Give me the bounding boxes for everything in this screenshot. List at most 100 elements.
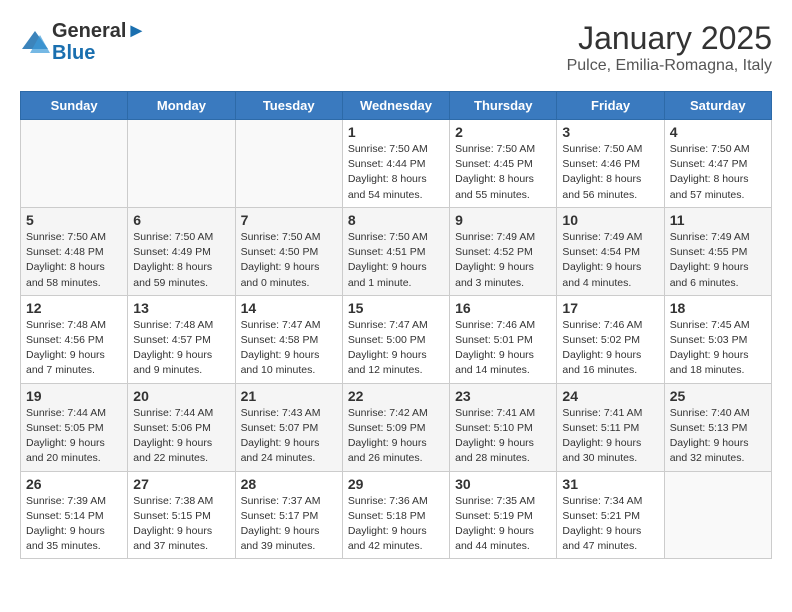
calendar-cell: 27 Sunrise: 7:38 AM Sunset: 5:15 PM Dayli… [128, 471, 235, 559]
day-info: Sunrise: 7:40 AM Sunset: 5:13 PM Dayligh… [670, 406, 766, 467]
calendar-cell [128, 120, 235, 208]
calendar-cell: 10Sunrise: 7:49 AM Sunset: 4:54 PM Dayli… [557, 207, 664, 295]
calendar-cell: 7 Sunrise: 7:50 AM Sunset: 4:50 PM Daylig… [235, 207, 342, 295]
calendar-cell: 30 Sunrise: 7:35 AM Sunset: 5:19 PM Dayli… [450, 471, 557, 559]
day-info: Sunrise: 7:50 AM Sunset: 4:46 PM Dayligh… [562, 142, 658, 203]
day-number: 8 [348, 212, 444, 228]
day-info: Sunrise: 7:38 AM Sunset: 5:15 PM Dayligh… [133, 494, 229, 555]
calendar-cell: 2 Sunrise: 7:50 AM Sunset: 4:45 PM Daylig… [450, 120, 557, 208]
day-info: Sunrise: 7:48 AM Sunset: 4:57 PM Dayligh… [133, 318, 229, 379]
week-row-1: 1Sunrise: 7:50 AM Sunset: 4:44 PM Daylig… [21, 120, 772, 208]
day-number: 23 [455, 388, 551, 404]
day-info: Sunrise: 7:50 AM Sunset: 4:49 PM Dayligh… [133, 230, 229, 291]
calendar-cell: 20 Sunrise: 7:44 AM Sunset: 5:06 PM Dayli… [128, 383, 235, 471]
calendar-cell: 24 Sunrise: 7:41 AM Sunset: 5:11 PM Dayli… [557, 383, 664, 471]
month-title: January 2025 [567, 20, 772, 57]
day-info: Sunrise: 7:45 AM Sunset: 5:03 PM Dayligh… [670, 318, 766, 379]
day-number: 14 [241, 300, 337, 316]
day-info: Sunrise: 7:46 AM Sunset: 5:01 PM Dayligh… [455, 318, 551, 379]
week-row-3: 12 Sunrise: 7:48 AM Sunset: 4:56 PM Dayli… [21, 295, 772, 383]
day-number: 22 [348, 388, 444, 404]
weekday-header-thursday: Thursday [450, 92, 557, 120]
calendar-cell: 11Sunrise: 7:49 AM Sunset: 4:55 PM Dayli… [664, 207, 771, 295]
calendar-cell: 9 Sunrise: 7:49 AM Sunset: 4:52 PM Daylig… [450, 207, 557, 295]
day-number: 26 [26, 476, 122, 492]
title-block: January 2025 Pulce, Emilia-Romagna, Ital… [567, 20, 772, 75]
weekday-header-row: SundayMondayTuesdayWednesdayThursdayFrid… [21, 92, 772, 120]
day-info: Sunrise: 7:50 AM Sunset: 4:47 PM Dayligh… [670, 142, 766, 203]
calendar-cell [235, 120, 342, 208]
day-info: Sunrise: 7:47 AM Sunset: 4:58 PM Dayligh… [241, 318, 337, 379]
day-number: 27 [133, 476, 229, 492]
day-number: 18 [670, 300, 766, 316]
day-number: 30 [455, 476, 551, 492]
day-number: 2 [455, 124, 551, 140]
day-info: Sunrise: 7:50 AM Sunset: 4:51 PM Dayligh… [348, 230, 444, 291]
calendar-cell: 22Sunrise: 7:42 AM Sunset: 5:09 PM Dayli… [342, 383, 449, 471]
day-number: 9 [455, 212, 551, 228]
weekday-header-tuesday: Tuesday [235, 92, 342, 120]
day-info: Sunrise: 7:44 AM Sunset: 5:06 PM Dayligh… [133, 406, 229, 467]
day-info: Sunrise: 7:50 AM Sunset: 4:50 PM Dayligh… [241, 230, 337, 291]
day-info: Sunrise: 7:41 AM Sunset: 5:11 PM Dayligh… [562, 406, 658, 467]
day-number: 25 [670, 388, 766, 404]
day-info: Sunrise: 7:49 AM Sunset: 4:55 PM Dayligh… [670, 230, 766, 291]
day-info: Sunrise: 7:49 AM Sunset: 4:52 PM Dayligh… [455, 230, 551, 291]
day-info: Sunrise: 7:41 AM Sunset: 5:10 PM Dayligh… [455, 406, 551, 467]
weekday-header-friday: Friday [557, 92, 664, 120]
day-number: 3 [562, 124, 658, 140]
day-number: 6 [133, 212, 229, 228]
week-row-5: 26Sunrise: 7:39 AM Sunset: 5:14 PM Dayli… [21, 471, 772, 559]
calendar-cell: 17 Sunrise: 7:46 AM Sunset: 5:02 PM Dayli… [557, 295, 664, 383]
day-info: Sunrise: 7:50 AM Sunset: 4:45 PM Dayligh… [455, 142, 551, 203]
day-info: Sunrise: 7:50 AM Sunset: 4:48 PM Dayligh… [26, 230, 122, 291]
weekday-header-sunday: Sunday [21, 92, 128, 120]
calendar-cell: 5 Sunrise: 7:50 AM Sunset: 4:48 PM Daylig… [21, 207, 128, 295]
calendar-table: SundayMondayTuesdayWednesdayThursdayFrid… [20, 91, 772, 559]
day-number: 7 [241, 212, 337, 228]
day-number: 13 [133, 300, 229, 316]
day-number: 29 [348, 476, 444, 492]
location-subtitle: Pulce, Emilia-Romagna, Italy [567, 57, 772, 75]
day-number: 17 [562, 300, 658, 316]
page-header: General► Blue January 2025 Pulce, Emilia… [20, 20, 772, 75]
calendar-cell: 31Sunrise: 7:34 AM Sunset: 5:21 PM Dayli… [557, 471, 664, 559]
day-number: 28 [241, 476, 337, 492]
calendar-cell: 16 Sunrise: 7:46 AM Sunset: 5:01 PM Dayli… [450, 295, 557, 383]
weekday-header-saturday: Saturday [664, 92, 771, 120]
calendar-cell: 13 Sunrise: 7:48 AM Sunset: 4:57 PM Dayli… [128, 295, 235, 383]
day-info: Sunrise: 7:48 AM Sunset: 4:56 PM Dayligh… [26, 318, 122, 379]
calendar-cell: 23 Sunrise: 7:41 AM Sunset: 5:10 PM Dayli… [450, 383, 557, 471]
logo-text-line1: General► [52, 20, 146, 42]
calendar-cell [664, 471, 771, 559]
weekday-header-wednesday: Wednesday [342, 92, 449, 120]
calendar-cell: 15Sunrise: 7:47 AM Sunset: 5:00 PM Dayli… [342, 295, 449, 383]
day-number: 20 [133, 388, 229, 404]
day-number: 5 [26, 212, 122, 228]
day-info: Sunrise: 7:46 AM Sunset: 5:02 PM Dayligh… [562, 318, 658, 379]
calendar-cell: 29Sunrise: 7:36 AM Sunset: 5:18 PM Dayli… [342, 471, 449, 559]
day-info: Sunrise: 7:37 AM Sunset: 5:17 PM Dayligh… [241, 494, 337, 555]
weekday-header-monday: Monday [128, 92, 235, 120]
day-number: 19 [26, 388, 122, 404]
calendar-cell: 19Sunrise: 7:44 AM Sunset: 5:05 PM Dayli… [21, 383, 128, 471]
day-number: 10 [562, 212, 658, 228]
calendar-cell: 12 Sunrise: 7:48 AM Sunset: 4:56 PM Dayli… [21, 295, 128, 383]
day-info: Sunrise: 7:35 AM Sunset: 5:19 PM Dayligh… [455, 494, 551, 555]
day-number: 24 [562, 388, 658, 404]
day-number: 12 [26, 300, 122, 316]
day-number: 16 [455, 300, 551, 316]
day-number: 15 [348, 300, 444, 316]
logo-text-line2: Blue [52, 42, 146, 64]
calendar-cell: 18 Sunrise: 7:45 AM Sunset: 5:03 PM Dayli… [664, 295, 771, 383]
calendar-cell: 8 Sunrise: 7:50 AM Sunset: 4:51 PM Daylig… [342, 207, 449, 295]
week-row-4: 19Sunrise: 7:44 AM Sunset: 5:05 PM Dayli… [21, 383, 772, 471]
calendar-cell: 25 Sunrise: 7:40 AM Sunset: 5:13 PM Dayli… [664, 383, 771, 471]
day-info: Sunrise: 7:34 AM Sunset: 5:21 PM Dayligh… [562, 494, 658, 555]
logo: General► Blue [20, 20, 146, 64]
calendar-cell: 3 Sunrise: 7:50 AM Sunset: 4:46 PM Daylig… [557, 120, 664, 208]
day-info: Sunrise: 7:43 AM Sunset: 5:07 PM Dayligh… [241, 406, 337, 467]
calendar-cell: 14 Sunrise: 7:47 AM Sunset: 4:58 PM Dayli… [235, 295, 342, 383]
day-number: 4 [670, 124, 766, 140]
day-number: 21 [241, 388, 337, 404]
